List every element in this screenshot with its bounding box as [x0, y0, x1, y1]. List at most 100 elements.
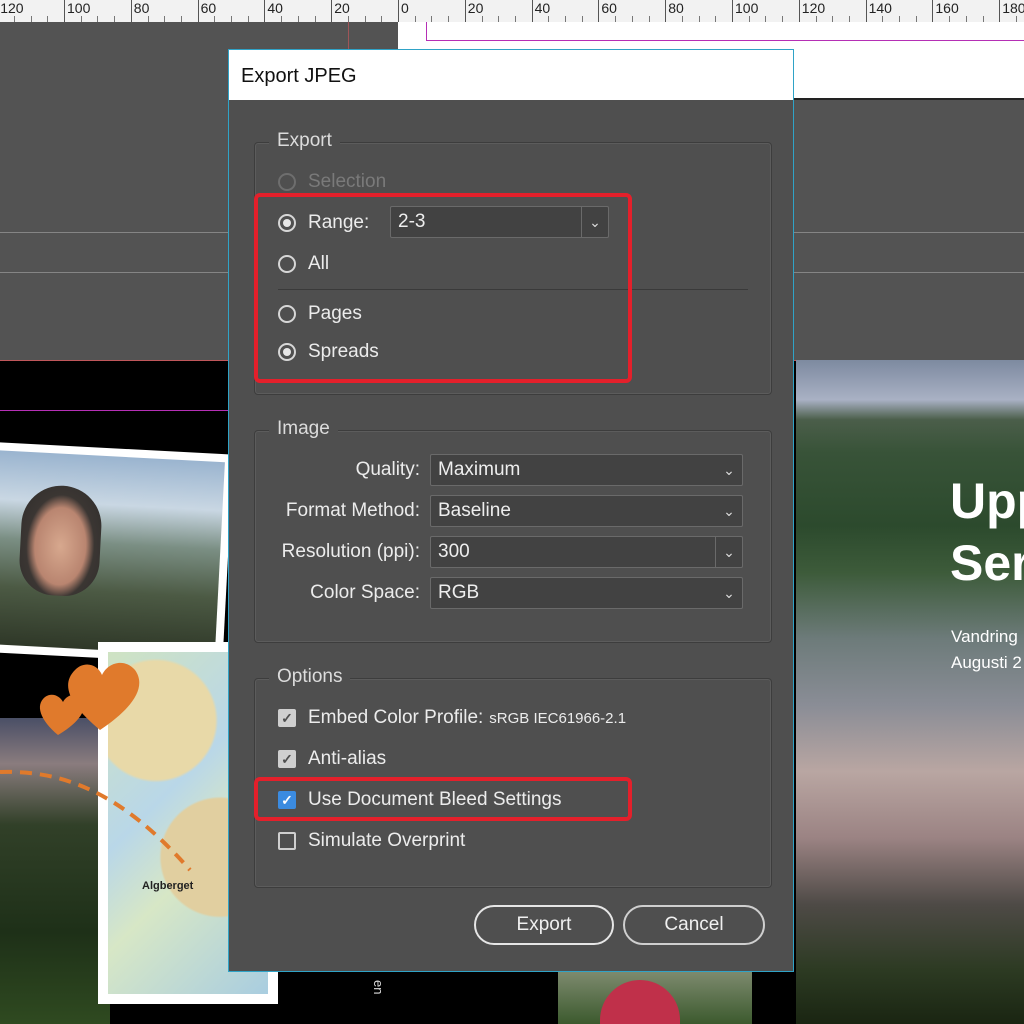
- ruler-tick-label: 180: [1002, 0, 1024, 16]
- image-group-title: Image: [269, 418, 338, 440]
- bleed-settings-label: Use Document Bleed Settings: [308, 789, 562, 810]
- ruler-tick-label: 40: [267, 0, 283, 16]
- divider: [278, 289, 748, 290]
- resolution-combo[interactable]: 300 ⌄: [430, 536, 743, 568]
- ruler-major-tick: [398, 0, 399, 22]
- chevron-down-icon: ⌄: [723, 502, 735, 519]
- selection-label: Selection: [308, 171, 387, 192]
- ruler-major-tick: [598, 0, 600, 22]
- ruler-tick-label: 160: [935, 0, 959, 16]
- map-place-label: Algberget: [142, 880, 194, 892]
- bleed-settings-option[interactable]: ✓ Use Document Bleed Settings: [278, 789, 561, 811]
- ruler-major-tick: [665, 0, 667, 22]
- ruler-major-tick: [331, 0, 333, 22]
- subtitle-line-2: Augusti 2: [951, 653, 1022, 672]
- ruler-major-tick: [130, 0, 132, 22]
- ruler-major-tick: [197, 0, 199, 22]
- face-image: [17, 483, 104, 598]
- title-line-1: Upp: [950, 473, 1024, 529]
- chevron-down-icon[interactable]: ⌄: [715, 537, 742, 567]
- range-value[interactable]: 2-3: [391, 211, 581, 233]
- color-space-value: RGB: [438, 582, 480, 603]
- chevron-down-icon[interactable]: ⌄: [581, 207, 608, 237]
- subtitle-line-1: Vandring: [951, 627, 1018, 646]
- spreads-radio[interactable]: [278, 343, 296, 361]
- ruler-tick-label: 140: [868, 0, 892, 16]
- ruler-tick-label: 100: [735, 0, 759, 16]
- overprint-checkbox[interactable]: [278, 832, 296, 850]
- ruler-major-tick: [531, 0, 533, 22]
- dialog-title[interactable]: Export JPEG: [229, 50, 793, 100]
- anti-alias-option[interactable]: ✓ Anti-alias: [278, 748, 386, 770]
- margin-guide: [426, 40, 1024, 41]
- anti-alias-label: Anti-alias: [308, 748, 387, 769]
- ruler-tick-label: 20: [467, 0, 484, 16]
- chevron-down-icon: ⌄: [723, 584, 735, 601]
- export-button[interactable]: Export: [474, 905, 614, 945]
- ruler-tick-label: 40: [534, 0, 551, 16]
- quality-label: Quality:: [355, 459, 420, 480]
- ruler-tick-label: 80: [668, 0, 684, 16]
- anti-alias-checkbox[interactable]: ✓: [278, 750, 296, 768]
- quality-select[interactable]: Maximum ⌄: [430, 454, 743, 486]
- ruler-tick-label: 0: [401, 0, 409, 16]
- overprint-label: Simulate Overprint: [308, 830, 466, 851]
- ruler-tick-label: 20: [334, 0, 350, 16]
- ruler-tick-label: 60: [601, 0, 617, 16]
- document-subtitle: Vandring Augusti 2: [951, 624, 1022, 676]
- resolution-label: Resolution (ppi):: [281, 541, 420, 562]
- cancel-button[interactable]: Cancel: [623, 905, 765, 945]
- all-label: All: [308, 253, 330, 274]
- format-method-value: Baseline: [438, 500, 511, 521]
- spreads-label: Spreads: [308, 341, 379, 362]
- ruler-tick-label: 80: [133, 0, 150, 16]
- ruler-tick-label: 120: [0, 0, 24, 16]
- embed-profile-label: Embed Color Profile:: [308, 707, 484, 728]
- ruler-tick-label: 60: [200, 0, 217, 16]
- horizontal-ruler: 120 100 80 60 40 20 0 20 40 60 80 100 120 140 160 180: [0, 0, 1024, 23]
- quality-value: Maximum: [438, 459, 521, 480]
- pages-radio[interactable]: [278, 305, 296, 323]
- ruler-tick-label: 100: [67, 0, 91, 16]
- range-radio[interactable]: [278, 214, 296, 232]
- format-method-select[interactable]: Baseline ⌄: [430, 495, 743, 527]
- margin-guide: [426, 22, 427, 40]
- range-combo[interactable]: 2-3 ⌄: [390, 206, 609, 238]
- title-line-2: Ser: [950, 535, 1024, 591]
- chevron-down-icon: ⌄: [723, 461, 735, 478]
- embed-profile-option[interactable]: ✓ Embed Color Profile: sRGB IEC61966-2.1: [278, 707, 626, 729]
- ruler-major-tick: [798, 0, 800, 22]
- margin-guide: [0, 410, 228, 411]
- hearts-decoration: [39, 662, 140, 735]
- lake-photo: [796, 360, 1024, 1024]
- document-title: Upp Ser: [950, 470, 1024, 594]
- color-space-label: Color Space:: [310, 582, 420, 603]
- all-radio[interactable]: [278, 255, 296, 273]
- pages-label: Pages: [308, 303, 362, 324]
- selection-option[interactable]: Selection: [278, 171, 386, 193]
- ruler-tick-label: 120: [801, 0, 826, 16]
- export-group-title: Export: [269, 130, 340, 152]
- overprint-option[interactable]: Simulate Overprint: [278, 830, 465, 852]
- ruler-major-tick: [999, 0, 1001, 22]
- embed-profile-value: sRGB IEC61966-2.1: [489, 709, 627, 727]
- all-option[interactable]: All: [278, 253, 329, 275]
- rotated-caption: en: [371, 980, 386, 995]
- ruler-major-tick: [932, 0, 934, 22]
- route-line: [0, 769, 192, 872]
- portrait-photo: [0, 441, 234, 665]
- ruler-major-tick: [464, 0, 466, 22]
- embed-profile-checkbox[interactable]: ✓: [278, 709, 296, 727]
- selection-radio[interactable]: [278, 173, 296, 191]
- ruler-major-tick: [732, 0, 733, 22]
- bleed-settings-checkbox[interactable]: ✓: [278, 791, 296, 809]
- format-method-label: Format Method:: [285, 500, 420, 521]
- spreads-option[interactable]: Spreads: [278, 341, 379, 363]
- range-label: Range:: [308, 212, 370, 233]
- pages-option[interactable]: Pages: [278, 303, 362, 325]
- range-option[interactable]: Range:: [278, 212, 369, 234]
- ruler-major-tick: [264, 0, 266, 22]
- resolution-value[interactable]: 300: [431, 541, 715, 563]
- ruler-major-tick: [64, 0, 65, 22]
- color-space-select[interactable]: RGB ⌄: [430, 577, 743, 609]
